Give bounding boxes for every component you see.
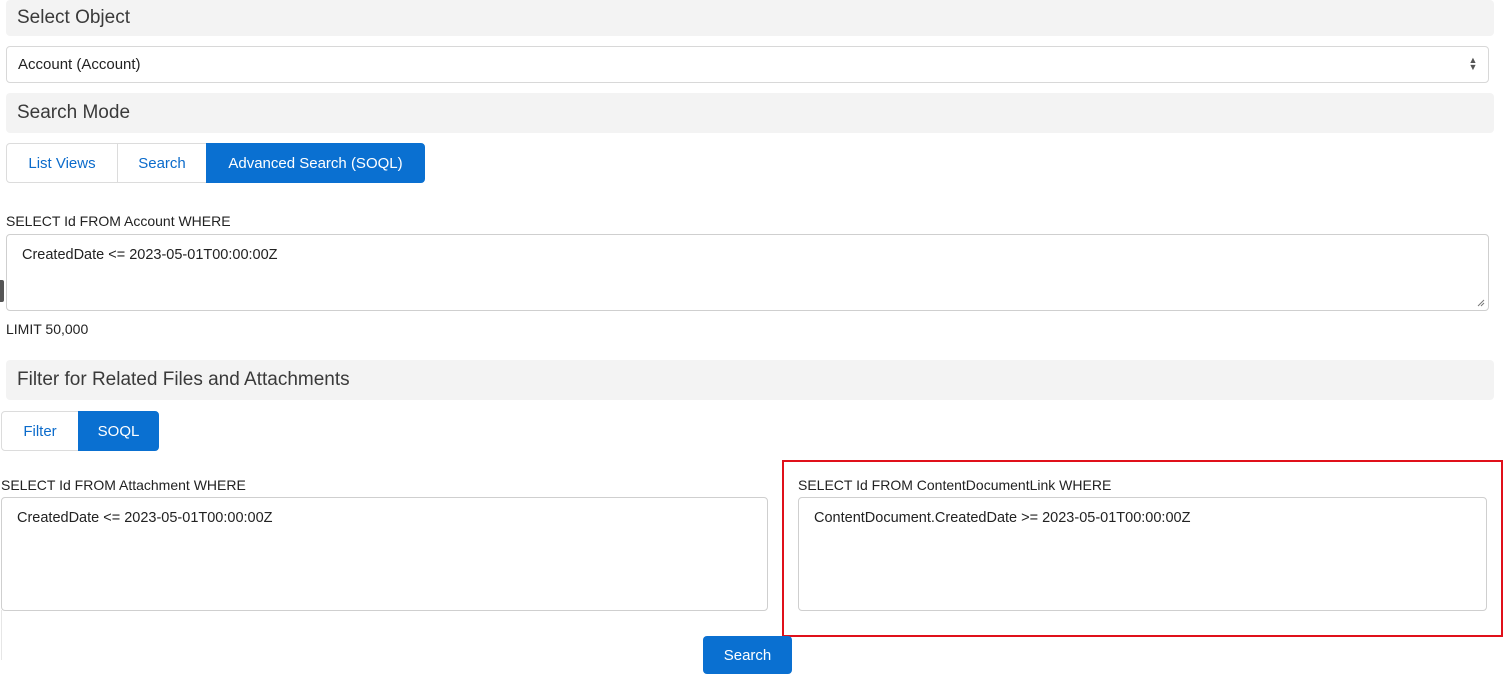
select-object-header: Select Object bbox=[6, 0, 1494, 36]
related-filter-title: Filter for Related Files and Attachments bbox=[17, 369, 350, 390]
side-drag-handle[interactable] bbox=[0, 280, 4, 302]
select-arrows-icon: ▲ ▼ bbox=[1468, 55, 1478, 72]
resize-grip-icon[interactable] bbox=[1477, 299, 1485, 307]
account-query-prefix: SELECT Id FROM Account WHERE bbox=[6, 213, 231, 229]
search-mode-header: Search Mode bbox=[6, 93, 1494, 133]
tab-soql[interactable]: SOQL bbox=[78, 411, 159, 451]
tab-list-views[interactable]: List Views bbox=[6, 143, 118, 183]
tab-label: Advanced Search (SOQL) bbox=[228, 154, 403, 172]
object-select[interactable]: Account (Account) ▲ ▼ bbox=[6, 46, 1489, 83]
object-select-value: Account (Account) bbox=[18, 56, 141, 73]
search-button-label: Search bbox=[723, 646, 772, 664]
account-where-value: CreatedDate <= 2023-05-01T00:00:00Z bbox=[22, 247, 278, 263]
related-filter-tabs: Filter SOQL bbox=[1, 411, 159, 451]
account-where-textarea[interactable]: CreatedDate <= 2023-05-01T00:00:00Z bbox=[6, 234, 1489, 311]
tab-label: List Views bbox=[28, 154, 96, 172]
limit-text: LIMIT 50,000 bbox=[6, 321, 89, 337]
search-mode-tabs: List Views Search Advanced Search (SOQL) bbox=[6, 143, 425, 183]
tab-advanced-search[interactable]: Advanced Search (SOQL) bbox=[206, 143, 425, 183]
tab-label: Search bbox=[138, 154, 186, 172]
related-filter-header: Filter for Related Files and Attachments bbox=[6, 360, 1494, 400]
select-object-title: Select Object bbox=[17, 7, 130, 28]
attachment-where-textarea[interactable]: CreatedDate <= 2023-05-01T00:00:00Z bbox=[1, 497, 768, 611]
tab-label: SOQL bbox=[97, 422, 140, 440]
tab-label: Filter bbox=[23, 422, 57, 440]
divider bbox=[1, 610, 2, 660]
tab-search[interactable]: Search bbox=[117, 143, 207, 183]
attachment-query-prefix: SELECT Id FROM Attachment WHERE bbox=[1, 477, 246, 493]
tab-filter[interactable]: Filter bbox=[1, 411, 79, 451]
search-button[interactable]: Search bbox=[703, 636, 792, 674]
attachment-where-value: CreatedDate <= 2023-05-01T00:00:00Z bbox=[17, 510, 273, 526]
highlight-box bbox=[782, 460, 1503, 637]
search-mode-title: Search Mode bbox=[17, 102, 131, 123]
